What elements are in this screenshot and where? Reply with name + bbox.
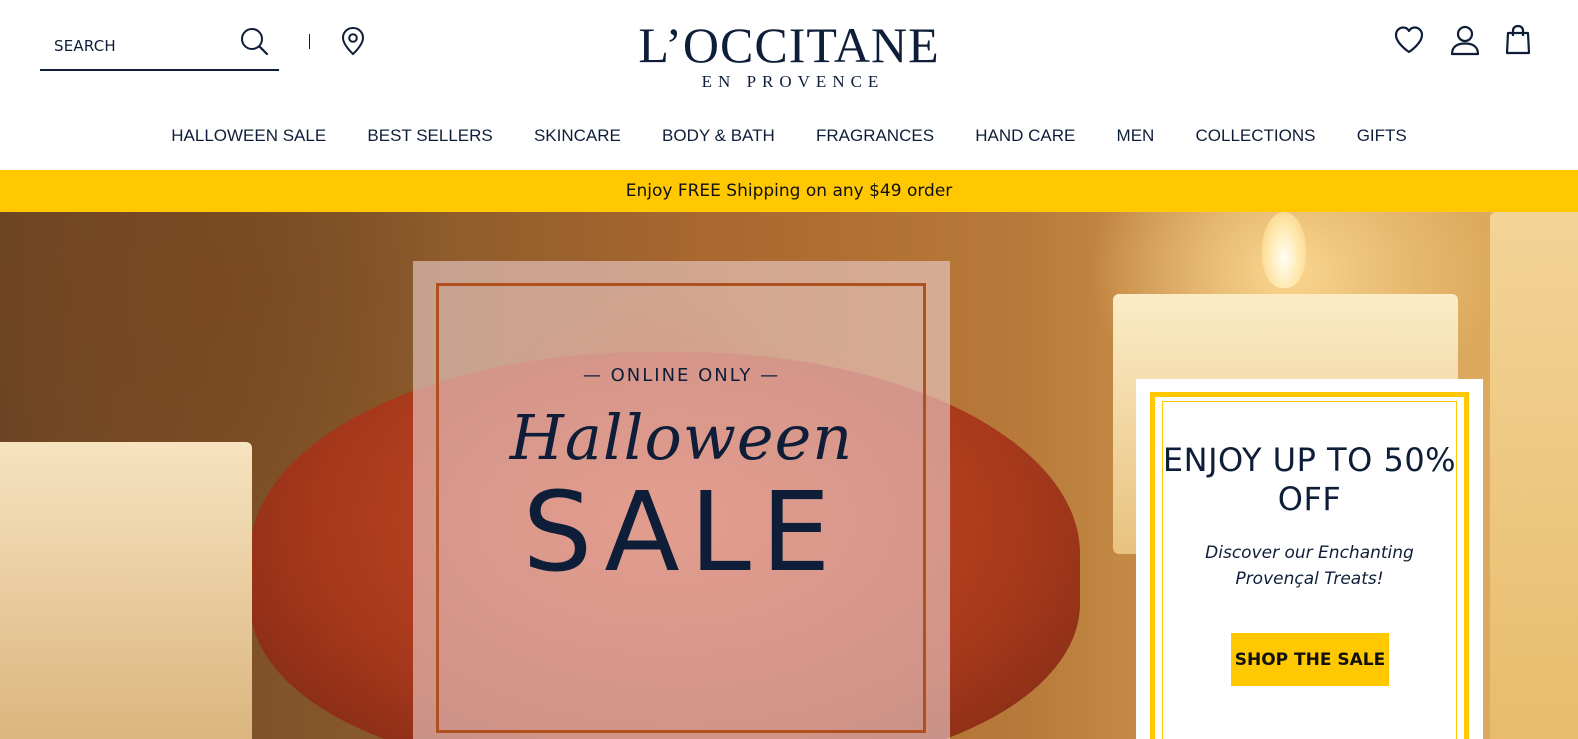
halloween-script-title: Halloween	[509, 401, 854, 474]
offer-card: ENJOY UP TO 50% OFF Discover our Enchant…	[1136, 379, 1483, 739]
nav-item-fragrances[interactable]: FRAGRANCES	[795, 120, 954, 152]
logo-wordmark: L’OCCITANE	[638, 17, 940, 73]
nav-item-halloween-sale[interactable]: HALLOWEEN SALE	[151, 120, 347, 152]
nav-item-body-bath[interactable]: BODY & BATH	[641, 120, 795, 152]
nav-item-best-sellers[interactable]: BEST SELLERS	[347, 120, 514, 152]
shopping-bag-icon[interactable]	[1505, 24, 1531, 56]
search-input[interactable]	[40, 36, 220, 55]
free-shipping-text: Enjoy FREE Shipping on any $49 order	[625, 181, 953, 201]
sale-title: SALE	[522, 468, 841, 596]
header-divider	[309, 34, 310, 49]
search-bar	[40, 22, 279, 71]
hero-candle-image	[1490, 212, 1578, 739]
nav-item-gifts[interactable]: GIFTS	[1336, 120, 1427, 152]
offer-heading: ENJOY UP TO 50% OFF	[1162, 441, 1457, 518]
nav-item-men[interactable]: MEN	[1096, 120, 1175, 152]
nav-item-skincare[interactable]: SKINCARE	[513, 120, 641, 152]
hero-flame-image	[1262, 212, 1306, 288]
logo-subtitle: EN PROVENCE	[701, 72, 885, 91]
account-icon[interactable]	[1449, 24, 1481, 56]
nav-item-hand-care[interactable]: HAND CARE	[955, 120, 1096, 152]
sale-title-panel: — ONLINE ONLY — Halloween SALE	[413, 261, 950, 739]
heart-icon[interactable]	[1393, 24, 1425, 56]
online-only-tagline: — ONLINE ONLY —	[582, 365, 781, 386]
search-icon[interactable]	[239, 26, 269, 56]
main-nav: HALLOWEEN SALE BEST SELLERS SKINCARE BOD…	[0, 120, 1578, 152]
free-shipping-banner[interactable]: Enjoy FREE Shipping on any $49 order	[0, 170, 1578, 212]
nav-item-collections[interactable]: COLLECTIONS	[1175, 120, 1336, 152]
offer-description: Discover our Enchanting Provençal Treats…	[1205, 543, 1414, 589]
brand-logo[interactable]: L’OCCITANE EN PROVENCE	[620, 17, 958, 92]
map-pin-icon[interactable]	[340, 26, 366, 56]
hero-candle-image	[0, 442, 252, 739]
hero-banner[interactable]: — ONLINE ONLY — Halloween SALE ENJOY UP …	[0, 212, 1578, 739]
shop-the-sale-button[interactable]: SHOP THE SALE	[1231, 633, 1389, 686]
